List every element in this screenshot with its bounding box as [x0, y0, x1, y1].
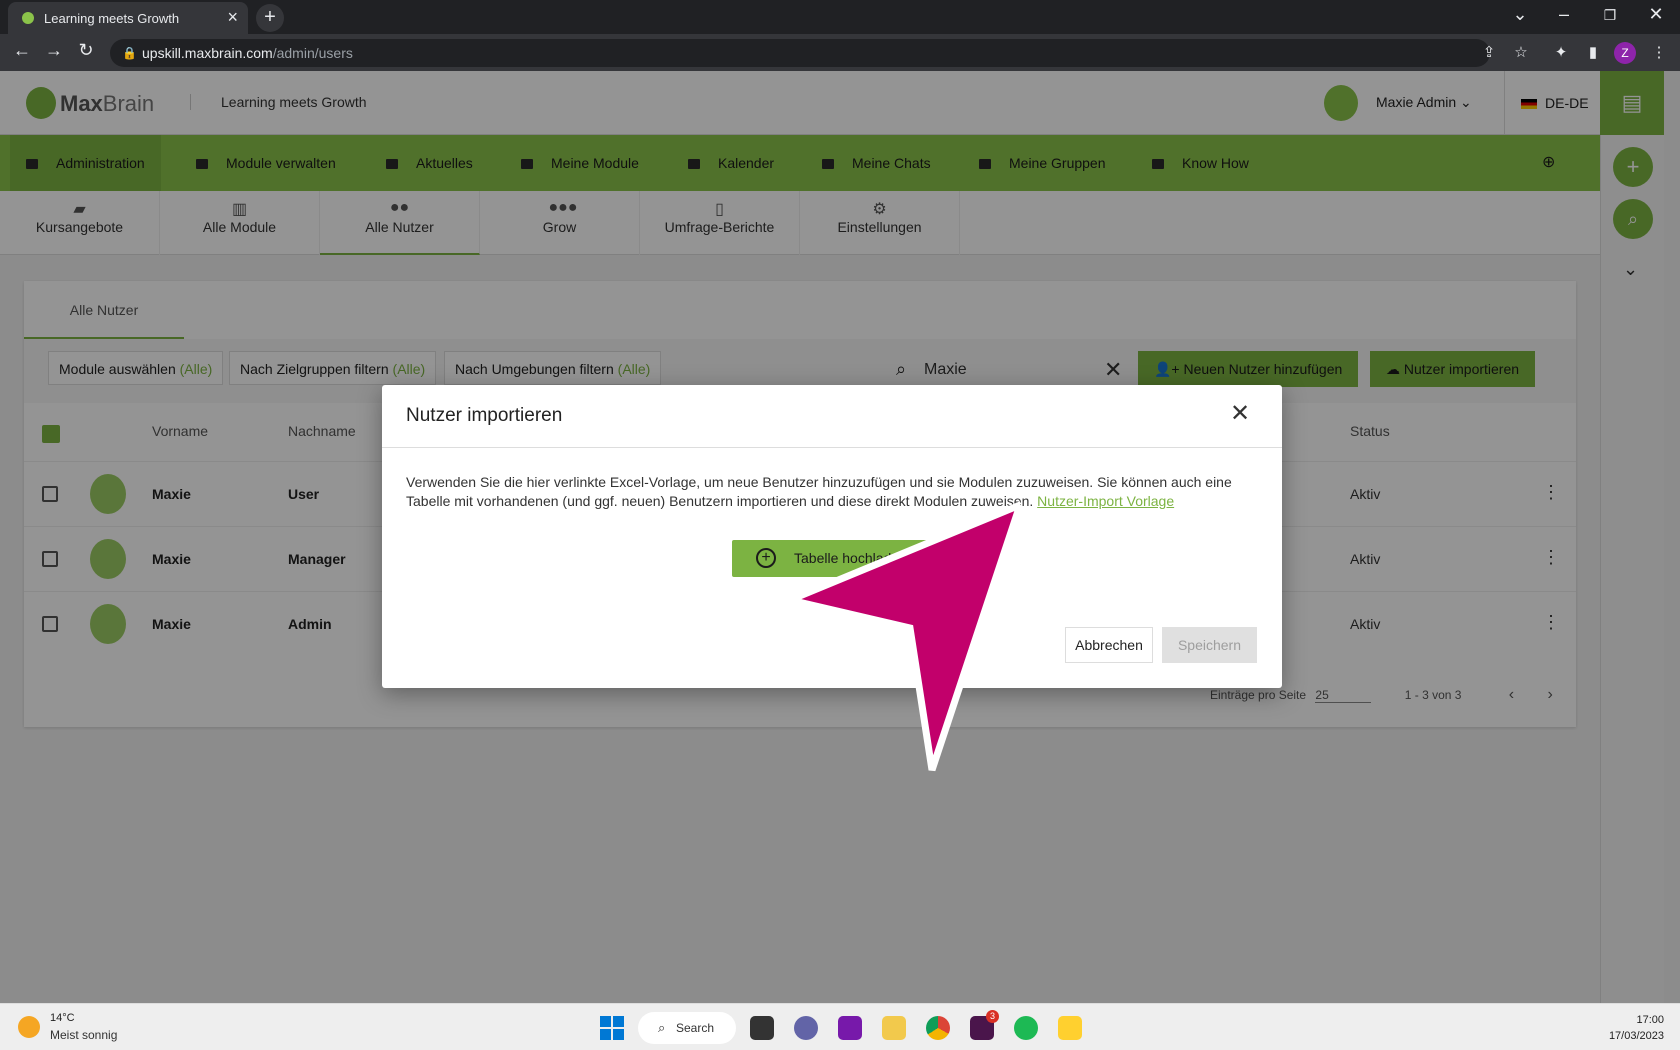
restore-button[interactable]: ❐: [1590, 7, 1630, 24]
url-host: upskill.maxbrain.com: [142, 45, 273, 61]
new-tab-button[interactable]: +: [256, 4, 284, 32]
search-label: Search: [676, 1021, 715, 1035]
tab-search-icon[interactable]: ⌄: [1500, 4, 1540, 25]
onenote-icon[interactable]: [838, 1016, 862, 1040]
miro-icon[interactable]: [1058, 1016, 1082, 1040]
teams-icon[interactable]: [794, 1016, 818, 1040]
minimize-button[interactable]: –: [1544, 4, 1584, 25]
cancel-button[interactable]: Abbrechen: [1065, 627, 1153, 663]
dialog-title: Nutzer importieren: [406, 405, 563, 426]
windows-taskbar: 14°C Meist sonnig ⌕ Search 3 17:00 17/03/…: [0, 1003, 1680, 1050]
weather-icon[interactable]: [18, 1016, 40, 1038]
slack-badge: 3: [986, 1010, 999, 1023]
weather-text: Meist sonnig: [50, 1028, 118, 1042]
url-field[interactable]: 🔒 upskill.maxbrain.com/admin/users: [110, 39, 1490, 67]
window-close-button[interactable]: ✕: [1636, 4, 1676, 25]
extensions-icon[interactable]: ✦: [1550, 43, 1572, 61]
browser-menu-icon[interactable]: ⋮: [1648, 43, 1670, 61]
close-icon[interactable]: ✕: [1230, 399, 1250, 428]
save-button[interactable]: Speichern: [1162, 627, 1257, 663]
pointer-arrow-icon: [780, 501, 1020, 772]
close-tab-icon[interactable]: ×: [227, 7, 238, 28]
share-icon[interactable]: ⇪: [1478, 43, 1500, 61]
windows-start-icon[interactable]: [600, 1016, 624, 1040]
forward-icon[interactable]: →: [42, 40, 66, 61]
url-path: /admin/users: [272, 45, 353, 61]
browser-tab[interactable]: Learning meets Growth ×: [8, 2, 248, 34]
spotify-icon[interactable]: [1014, 1016, 1038, 1040]
system-clock[interactable]: 17:00 17/03/2023: [1590, 1012, 1664, 1044]
import-template-link[interactable]: Nutzer-Import Vorlage: [1037, 493, 1174, 509]
task-view-icon[interactable]: [750, 1016, 774, 1040]
divider: [382, 447, 1282, 448]
browser-tab-bar: Learning meets Growth × + ⌄ – ❐ ✕: [0, 0, 1680, 34]
favicon-icon: [22, 12, 34, 24]
reload-icon[interactable]: ↻: [74, 40, 98, 61]
temperature: 14°C: [50, 1012, 75, 1024]
file-explorer-icon[interactable]: [882, 1016, 906, 1040]
chrome-icon[interactable]: [926, 1016, 950, 1040]
back-icon[interactable]: ←: [10, 40, 34, 61]
lock-icon: 🔒: [122, 46, 137, 60]
bookmark-star-icon[interactable]: ☆: [1510, 43, 1532, 61]
taskbar-search[interactable]: ⌕ Search: [638, 1012, 736, 1044]
side-panel-icon[interactable]: ▮: [1582, 43, 1604, 61]
profile-avatar[interactable]: Z: [1614, 42, 1636, 64]
add-circle-icon: +: [756, 548, 776, 568]
clock-time: 17:00: [1636, 1014, 1664, 1026]
clock-date: 17/03/2023: [1608, 1030, 1664, 1042]
tab-title: Learning meets Growth: [44, 11, 180, 26]
search-icon: ⌕: [658, 1020, 666, 1035]
